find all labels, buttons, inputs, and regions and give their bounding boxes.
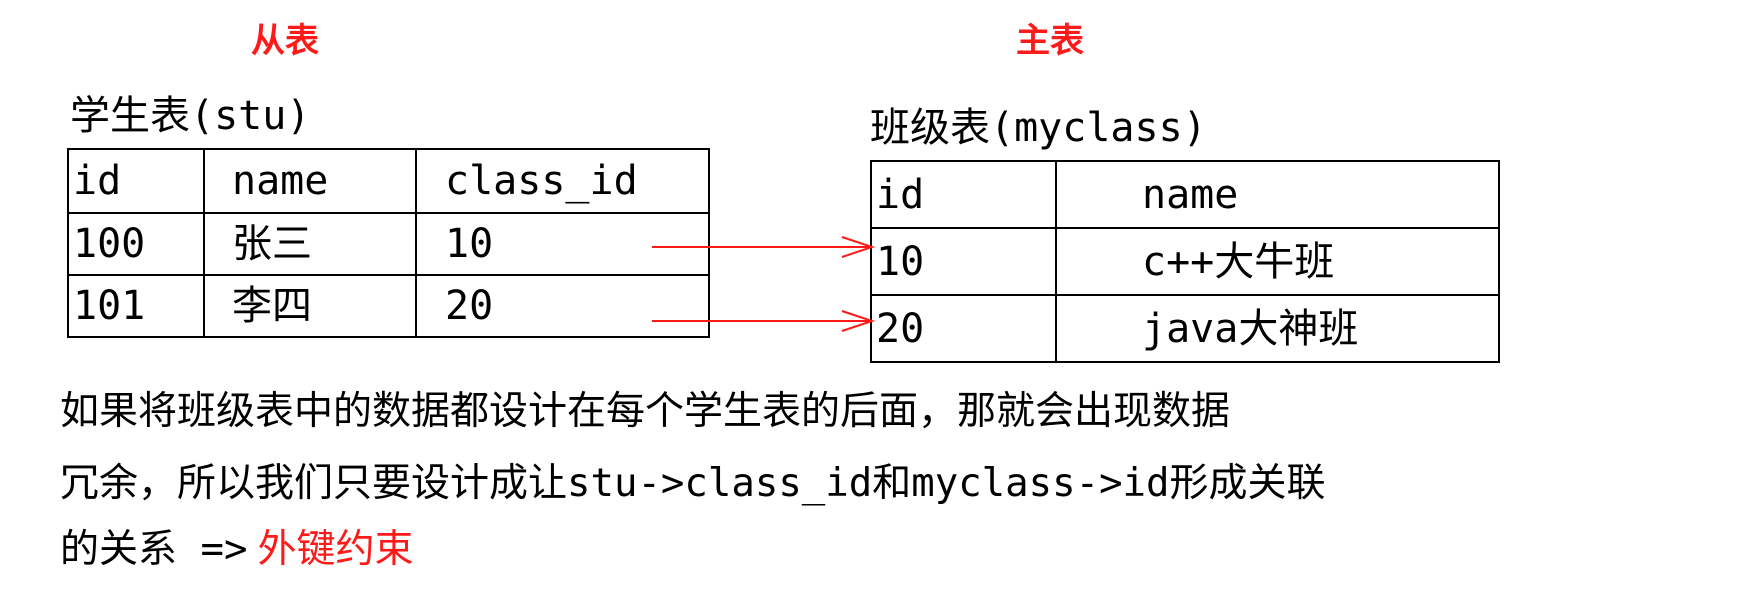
foreign-key-constraint-highlight: 外键约束	[257, 527, 414, 572]
arrow-class-id-20	[652, 310, 876, 332]
arrow-class-id-10	[652, 236, 876, 258]
note-line-1: 如果将班级表中的数据都设计在每个学生表的后面，那就会出现数据	[60, 389, 1231, 434]
note-line-3-prefix: 的关系 =>	[60, 527, 248, 572]
note-line-2: 冗余，所以我们只要设计成让stu->class_id和myclass->id形成…	[60, 461, 1326, 506]
note-line-3: 的关系 => 外键约束	[60, 530, 413, 569]
relation-arrows	[652, 236, 876, 332]
